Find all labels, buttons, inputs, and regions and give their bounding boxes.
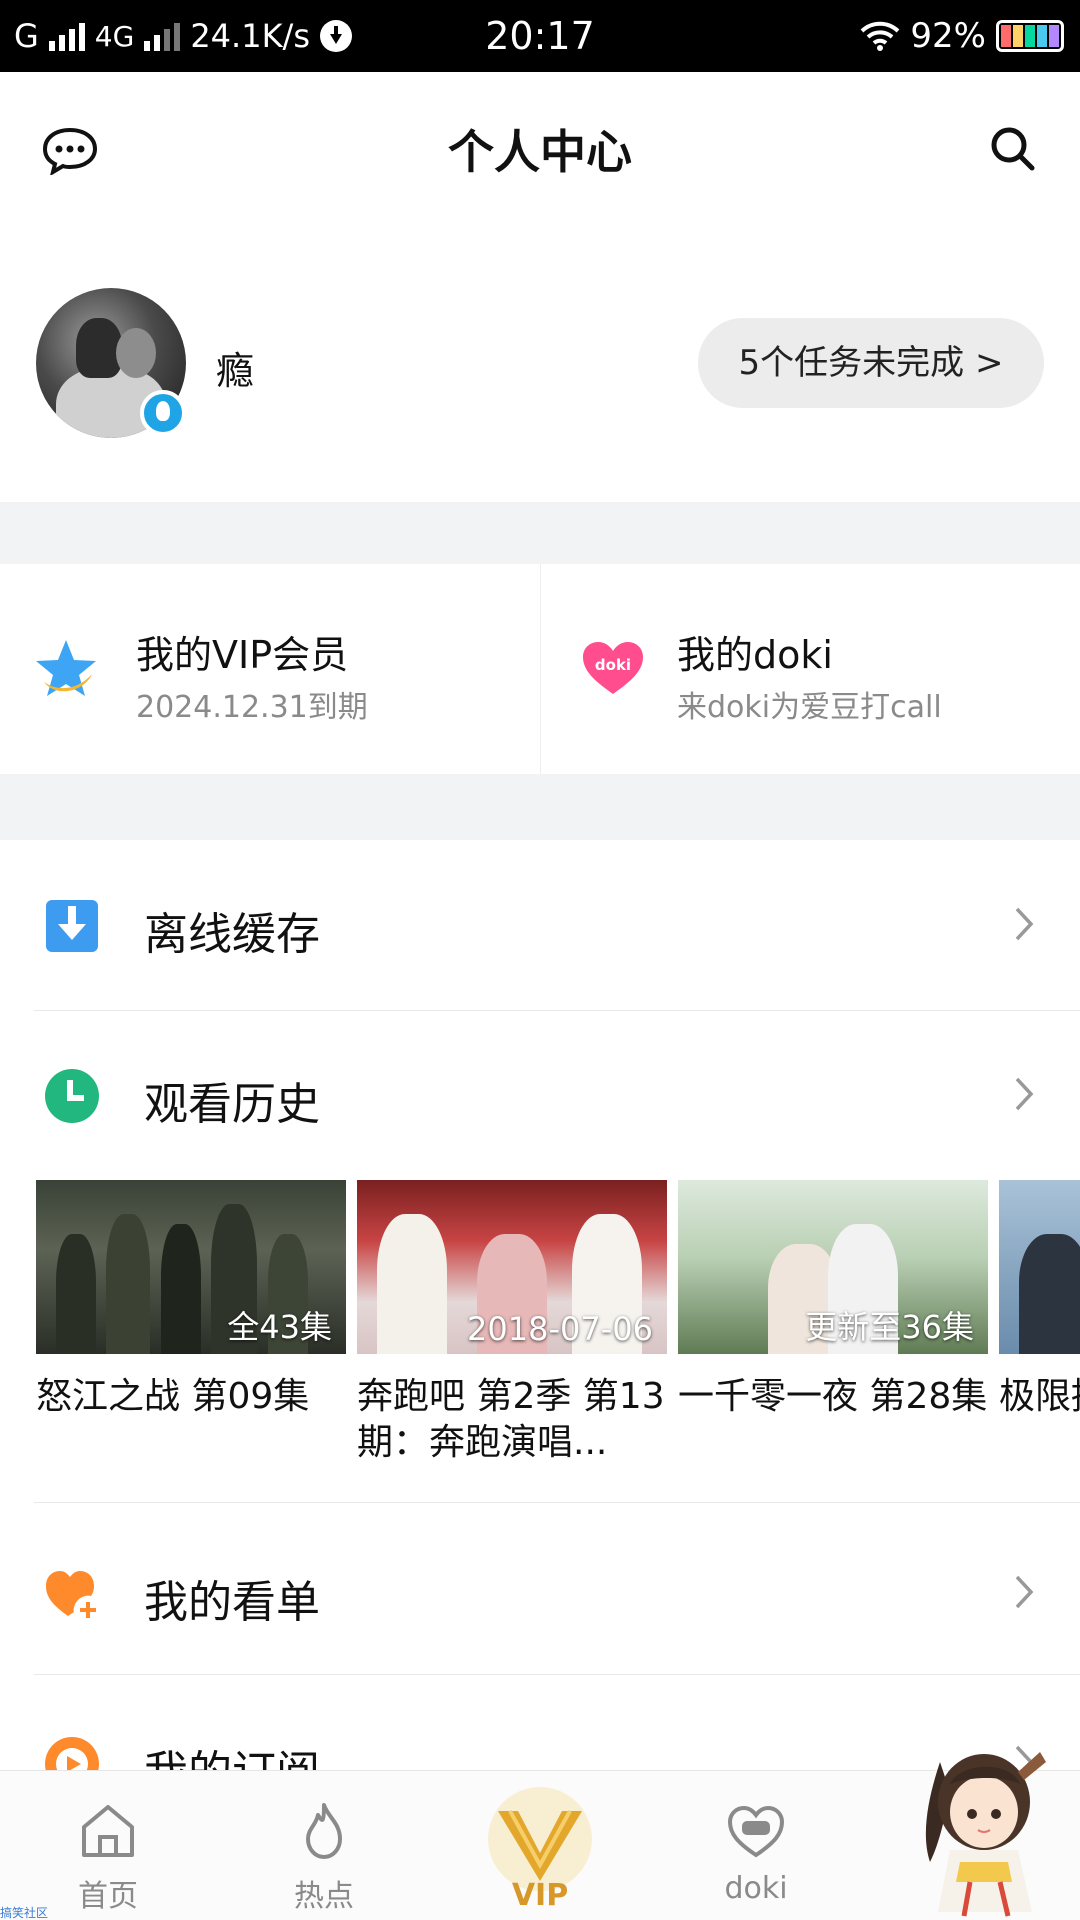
download-icon (46, 900, 98, 952)
doki-heart-outline-icon (727, 1805, 785, 1858)
history-item[interactable]: 更新至36集 一千零一夜 第28集 (678, 1180, 988, 1466)
nav-hot[interactable]: 热点 (216, 1771, 432, 1920)
history-title: 奔跑吧 第2季 第13期：奔跑演唱... (357, 1376, 665, 1463)
episode-badge: 全43集 (227, 1308, 332, 1346)
battery-percent: 92% (910, 16, 986, 56)
section-spacer (0, 502, 1080, 564)
status-right: 92% (860, 0, 1064, 72)
membership-cards: 我的VIP会员 2024.12.31到期 doki 我的doki 来doki为爱… (0, 564, 1080, 774)
history-thumbnail: 全43集 (36, 1180, 346, 1354)
watchlist-row[interactable]: 我的看单 (0, 1508, 1080, 1678)
offline-cache-label: 离线缓存 (144, 909, 320, 960)
watchlist-label: 我的看单 (144, 1577, 320, 1628)
flame-icon (306, 1803, 342, 1859)
doki-card[interactable]: doki 我的doki 来doki为爱豆打call (540, 564, 1080, 774)
chevron-right-icon (1015, 1575, 1034, 1609)
nav-hot-label: 热点 (294, 1879, 354, 1914)
update-badge: 更新至36集 (805, 1308, 974, 1346)
history-title: 怒江之战 第09集 (36, 1376, 310, 1417)
home-icon (82, 1805, 134, 1857)
doki-heart-icon: doki (583, 642, 643, 694)
nav-doki-label: doki (724, 1871, 788, 1906)
history-title: 极限挑战 第12 (999, 1376, 1080, 1417)
vip-logo-text: VIP (512, 1878, 568, 1911)
watch-history-label: 观看历史 (144, 1079, 320, 1130)
mascot-character[interactable] (900, 1732, 1070, 1920)
username[interactable]: 瘾 (216, 340, 254, 395)
qq-badge-icon (140, 390, 186, 436)
watch-history-row[interactable]: 观看历史 (0, 1010, 1080, 1180)
profile-section: 瘾 5个任务未完成 > (0, 222, 1080, 502)
heart-plus-icon (46, 1571, 99, 1621)
tasks-button[interactable]: 5个任务未完成 > (698, 318, 1044, 408)
clock-icon (45, 1069, 99, 1123)
offline-cache-row[interactable]: 离线缓存 (0, 840, 1080, 1010)
doki-icon-text: doki (595, 656, 631, 674)
history-thumbnail: 2018-07-06 (357, 1180, 667, 1354)
vip-card[interactable]: 我的VIP会员 2024.12.31到期 (0, 564, 540, 774)
section-spacer-2 (0, 774, 1080, 840)
history-thumbnail (999, 1180, 1080, 1354)
search-icon[interactable] (988, 124, 1038, 174)
nav-doki[interactable]: doki (648, 1771, 864, 1920)
vip-crown-icon: VIP (488, 1787, 592, 1911)
history-title: 一千零一夜 第28集 (678, 1376, 988, 1417)
battery-icon (996, 20, 1064, 52)
nav-vip[interactable]: VIP (432, 1771, 648, 1920)
history-item[interactable]: 全43集 怒江之战 第09集 (36, 1180, 346, 1466)
chevron-right-icon (1015, 1077, 1034, 1111)
date-badge: 2018-07-06 (467, 1310, 653, 1348)
doki-card-title: 我的doki (677, 633, 833, 677)
divider (34, 1674, 1080, 1675)
vip-card-subtitle: 2024.12.31到期 (136, 690, 368, 725)
history-item[interactable]: 2018-07-06 奔跑吧 第2季 第13期：奔跑演唱... (357, 1180, 667, 1466)
doki-card-subtitle: 来doki为爱豆打call (677, 690, 942, 725)
chevron-right-icon (1015, 907, 1034, 941)
history-item[interactable]: 极限挑战 第12 (999, 1180, 1080, 1466)
nav-home[interactable]: 首页 (0, 1771, 216, 1920)
vip-card-title: 我的VIP会员 (136, 633, 349, 677)
vip-star-icon (36, 640, 96, 696)
history-thumbnail: 更新至36集 (678, 1180, 988, 1354)
watermark: 搞笑社区 (0, 1906, 49, 1920)
header: 个人中心 (0, 72, 1080, 222)
history-carousel[interactable]: 全43集 怒江之战 第09集 2018-07-06 奔跑吧 第2季 第13期：奔… (36, 1180, 1080, 1480)
wifi-icon (861, 21, 900, 51)
status-bar: G 4G 24.1K/s 20:17 92% (0, 0, 1080, 72)
divider (34, 1502, 1080, 1503)
page-title: 个人中心 (448, 125, 632, 179)
